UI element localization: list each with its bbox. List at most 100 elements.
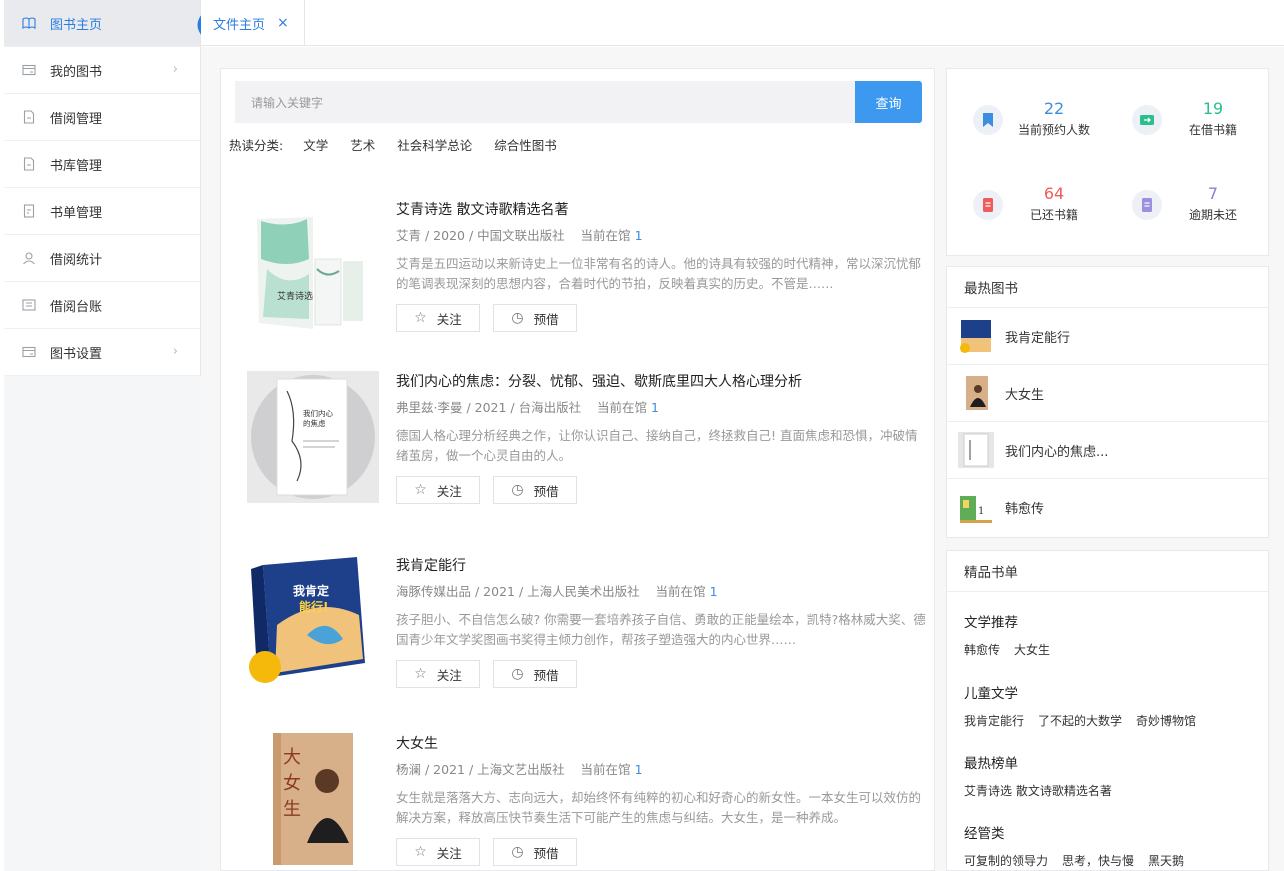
follow-button[interactable]: ☆ 关注	[396, 476, 480, 504]
booklist-section-title[interactable]: 儿童文学	[964, 682, 1196, 702]
follow-button[interactable]: ☆ 关注	[396, 838, 480, 866]
sidebar-item-label: 书单管理	[50, 205, 103, 221]
sidebar-item-my-books[interactable]: 我的图书 ›	[4, 47, 200, 94]
sidebar-item-book-home[interactable]: 图书主页	[4, 0, 200, 47]
book-available-count: 1	[634, 762, 643, 777]
book-item: 艾青诗选 艾青诗选 散文诗歌精选名著 艾青 / 2020 / 中国文联出版社 当…	[247, 199, 921, 359]
reserve-button[interactable]: ◷ 预借	[493, 660, 577, 688]
svg-text:能行!: 能行!	[299, 599, 328, 614]
stat-label: 在借书籍	[1188, 123, 1237, 137]
booklist-section-items: 可复制的领导力 思考，快与慢 黑天鹅	[964, 852, 1184, 869]
category-link[interactable]: 社会科学总论	[397, 135, 472, 154]
stat-label: 已还书籍	[1029, 208, 1078, 222]
tab-file-home[interactable]: 文件主页 ×	[204, 0, 305, 46]
booklist-book-link[interactable]: 黑天鹅	[1148, 852, 1184, 869]
sidebar-item-borrow-ledger[interactable]: 借阅台账	[4, 282, 200, 329]
sidebar-item-label: 借阅台账	[50, 299, 103, 315]
sidebar-item-book-settings[interactable]: 图书设置 ›	[4, 329, 200, 376]
reserve-button[interactable]: ◷ 预借	[493, 304, 577, 332]
sidebar-item-borrow-management[interactable]: 借阅管理	[4, 94, 200, 141]
book-overdue-icon	[1132, 190, 1162, 220]
hot-book-item[interactable]: 我们内心的焦虑...	[947, 422, 1268, 479]
book-title[interactable]: 我们内心的焦虑：分裂、忧郁、强迫、歇斯底里四大人格心理分析	[396, 371, 802, 391]
hot-book-title: 韩愈传	[1005, 502, 1045, 517]
star-icon: ☆	[414, 844, 427, 860]
sidebar-item-borrow-statistics[interactable]: 借阅统计	[4, 235, 200, 282]
bookmark-icon	[973, 105, 1003, 135]
reserve-button[interactable]: ◷ 预借	[493, 476, 577, 504]
svg-text:大: 大	[283, 747, 301, 768]
booklist-book-link[interactable]: 了不起的大数学	[1038, 712, 1122, 729]
book-title[interactable]: 我肯定能行	[396, 555, 466, 575]
users-icon	[22, 251, 36, 265]
book-cover[interactable]: 我们内心 的焦虑	[247, 371, 379, 503]
book-item: 我们内心 的焦虑 我们内心的焦虑：分裂、忧郁、强迫、歇斯底里四大人格心理分析 弗…	[247, 371, 918, 531]
booklist-book-link[interactable]: 思考，快与慢	[1062, 852, 1134, 869]
reserve-label: 预借	[533, 667, 559, 683]
stat-value: 22	[1043, 99, 1065, 118]
sidebar-item-library-management[interactable]: 书库管理	[4, 141, 200, 188]
book-status: 当前在馆	[597, 400, 648, 415]
category-link[interactable]: 综合性图书	[494, 135, 557, 154]
book-open-icon	[22, 16, 36, 30]
hot-book-item[interactable]: 我肯定能行	[947, 308, 1268, 365]
booklist-book-link[interactable]: 可复制的领导力	[964, 852, 1048, 869]
follow-button[interactable]: ☆ 关注	[396, 660, 480, 688]
tab-label: 文件主页	[213, 17, 266, 33]
svg-text:我肯定: 我肯定	[293, 583, 329, 598]
document-icon	[22, 157, 36, 171]
reserve-button[interactable]: ◷ 预借	[493, 838, 577, 866]
booklist-book-link[interactable]: 大女生	[1014, 641, 1050, 658]
book-author-year-publisher: 杨澜 / 2021 / 上海文艺出版社	[396, 762, 565, 777]
sidebar-item-label: 借阅统计	[50, 252, 103, 268]
star-icon: ☆	[414, 482, 427, 498]
sidebar: 图书主页 我的图书 › 借阅管理 书库管理 书单管理 借阅统计 借阅台账 图书设…	[4, 0, 201, 871]
hot-book-title: 大女生	[1005, 387, 1045, 403]
booklist-section: 经管类 可复制的领导力 思考，快与慢 黑天鹅	[964, 822, 1184, 869]
hot-books-panel: 最热图书 我肯定能行 大女生 我们内心的焦虑... 1 韩愈传	[946, 266, 1269, 538]
stat-books-on-loan: 19 在借书籍	[1132, 99, 1262, 149]
svg-text:1: 1	[978, 506, 984, 517]
hot-book-thumbnail: 1	[958, 490, 994, 526]
tab-bar: 文件主页 ×	[201, 0, 1284, 46]
follow-label: 关注	[436, 483, 462, 499]
search-button[interactable]: 查询	[855, 81, 922, 123]
search-input[interactable]: 请输入关键字	[235, 81, 856, 123]
category-link[interactable]: 文学	[303, 135, 328, 154]
featured-booklist-panel: 精品书单 文学推荐 韩愈传 大女生 儿童文学 我肯定能行 了不起的大数学 奇妙博…	[946, 550, 1269, 871]
featured-booklist-title: 精品书单	[947, 551, 1268, 592]
booklist-section-title[interactable]: 最热榜单	[964, 752, 1112, 772]
book-meta: 杨澜 / 2021 / 上海文艺出版社 当前在馆 1	[396, 759, 643, 778]
hot-book-item[interactable]: 大女生	[947, 365, 1268, 422]
book-available-count: 1	[651, 400, 659, 415]
booklist-section-items: 我肯定能行 了不起的大数学 奇妙博物馆	[964, 712, 1196, 729]
reserve-label: 预借	[533, 311, 559, 327]
sidebar-item-label: 图书设置	[50, 346, 103, 362]
category-link[interactable]: 艺术	[350, 135, 375, 154]
book-title[interactable]: 大女生	[396, 733, 438, 753]
booklist-section-title[interactable]: 经管类	[964, 822, 1184, 842]
clock-icon: ◷	[511, 666, 524, 682]
svg-text:我们内心: 我们内心	[303, 408, 333, 418]
booklist-book-link[interactable]: 奇妙博物馆	[1136, 712, 1196, 729]
folder-icon	[22, 63, 36, 77]
sidebar-item-label: 我的图书	[50, 64, 103, 80]
chevron-right-icon: ›	[172, 62, 178, 77]
booklist-section-title[interactable]: 文学推荐	[964, 611, 1050, 631]
close-icon[interactable]: ×	[277, 15, 289, 31]
book-meta: 弗里兹·李曼 / 2021 / 台海出版社 当前在馆 1	[396, 397, 659, 416]
booklist-section-items: 韩愈传 大女生	[964, 641, 1050, 658]
sidebar-item-booklist-management[interactable]: 书单管理	[4, 188, 200, 235]
booklist-book-link[interactable]: 我肯定能行	[964, 712, 1024, 729]
book-cover[interactable]: 我肯定 能行!	[247, 555, 379, 687]
hot-book-item[interactable]: 1 韩愈传	[947, 479, 1268, 536]
booklist-book-link[interactable]: 韩愈传	[964, 641, 1000, 658]
book-cover[interactable]: 大 女 生	[247, 733, 379, 865]
booklist-book-link[interactable]: 艾青诗选 散文诗歌精选名著	[964, 782, 1112, 799]
book-cover[interactable]: 艾青诗选	[247, 199, 379, 331]
clock-icon: ◷	[511, 310, 524, 326]
book-author-year-publisher: 海豚传媒出品 / 2021 / 上海人民美术出版社	[396, 584, 640, 599]
follow-button[interactable]: ☆ 关注	[396, 304, 480, 332]
stat-returned-books: 64 已还书籍	[973, 184, 1103, 234]
book-title[interactable]: 艾青诗选 散文诗歌精选名著	[396, 199, 568, 219]
